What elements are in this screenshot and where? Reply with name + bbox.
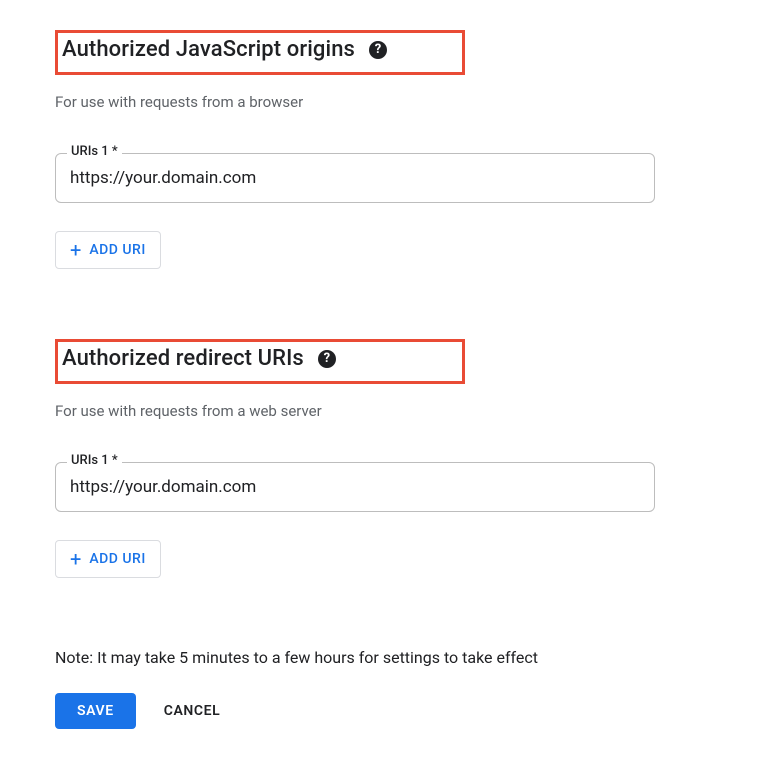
- redirect-uri-field: URIs 1 *: [55, 462, 655, 512]
- plus-icon: +: [70, 240, 81, 260]
- cancel-button[interactable]: CANCEL: [164, 703, 221, 719]
- add-uri-label: ADD URI: [89, 551, 145, 567]
- save-button[interactable]: SAVE: [55, 693, 136, 729]
- redirect-uris-section: Authorized redirect URIs ? For use with …: [55, 339, 721, 578]
- add-uri-label: ADD URI: [89, 242, 145, 258]
- redirect-uris-subtext: For use with requests from a web server: [55, 402, 721, 420]
- redirect-uri-input[interactable]: [55, 462, 655, 512]
- js-origins-section: Authorized JavaScript origins ? For use …: [55, 30, 721, 269]
- js-origins-heading: Authorized JavaScript origins: [62, 37, 355, 62]
- add-redirect-uri-button[interactable]: + ADD URI: [55, 540, 161, 578]
- plus-icon: +: [70, 549, 81, 569]
- help-icon[interactable]: ?: [369, 41, 387, 59]
- redirect-uris-heading: Authorized redirect URIs: [62, 346, 304, 371]
- help-icon[interactable]: ?: [318, 350, 336, 368]
- js-origins-subtext: For use with requests from a browser: [55, 93, 721, 111]
- uri-field-label: URIs 1 *: [67, 453, 122, 468]
- redirect-uris-heading-highlight: Authorized redirect URIs ?: [55, 339, 465, 384]
- js-origins-uri-input[interactable]: [55, 153, 655, 203]
- add-js-origin-uri-button[interactable]: + ADD URI: [55, 231, 161, 269]
- settings-delay-note: Note: It may take 5 minutes to a few hou…: [55, 648, 721, 667]
- js-origins-heading-highlight: Authorized JavaScript origins ?: [55, 30, 465, 75]
- uri-field-label: URIs 1 *: [67, 144, 122, 159]
- action-bar: SAVE CANCEL: [55, 693, 721, 729]
- js-origins-uri-field: URIs 1 *: [55, 153, 655, 203]
